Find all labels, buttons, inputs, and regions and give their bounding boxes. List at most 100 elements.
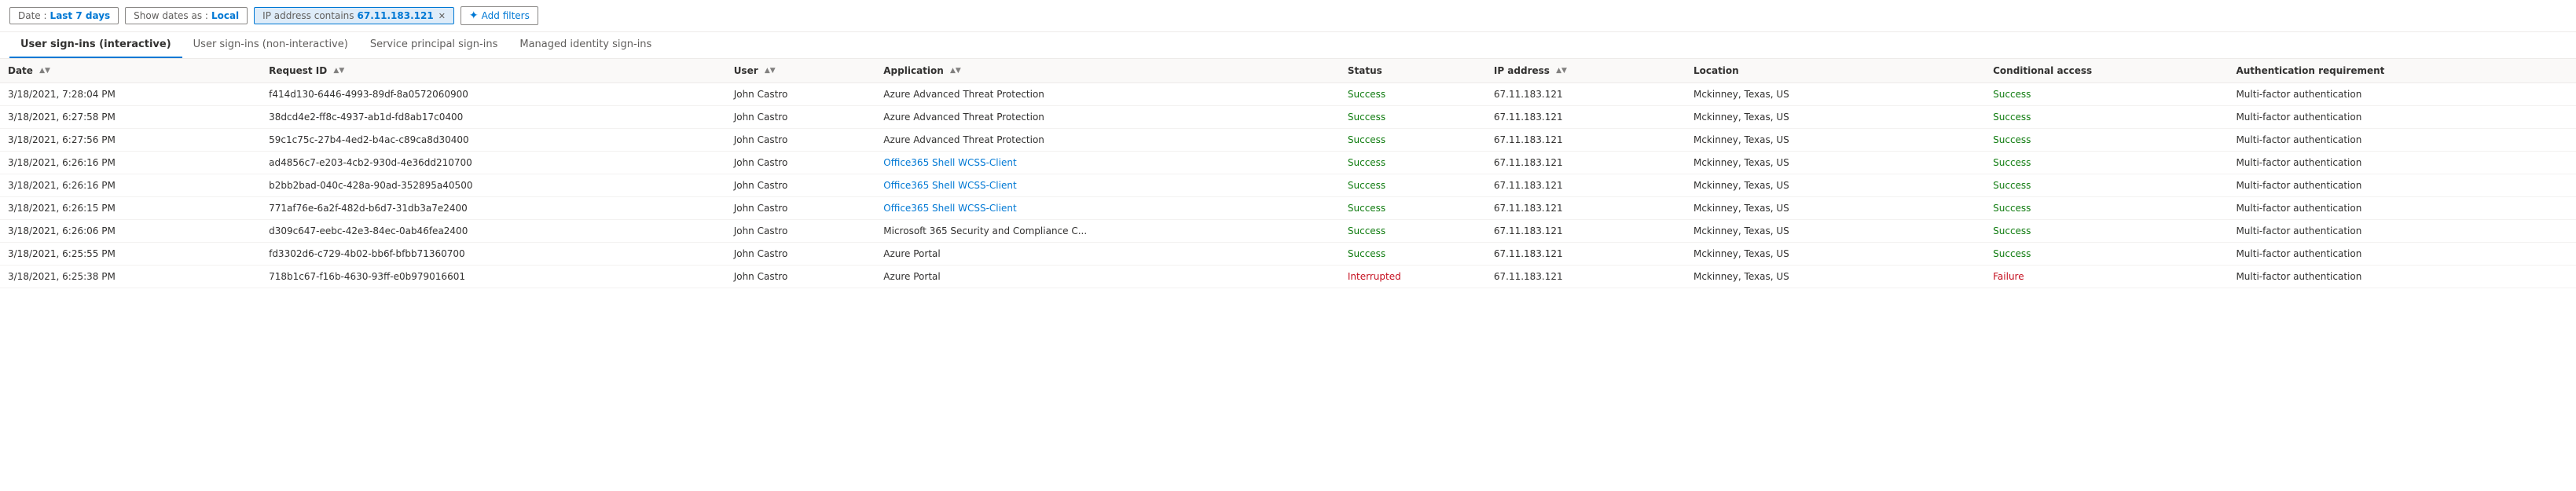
cell-ip: 67.11.183.121 [1486,129,1686,152]
cell-app: Office365 Shell WCSS-Client [875,174,1340,197]
plus-icon: ✦ [469,9,479,22]
cell-auth: Multi-factor authentication [2228,106,2576,129]
ip-filter-chip[interactable]: IP address contains 67.11.183.121 ✕ [254,7,454,24]
cell-date: 3/18/2021, 6:26:16 PM [0,152,261,174]
cell-auth: Multi-factor authentication [2228,83,2576,106]
show-dates-chip[interactable]: Show dates as : Local [125,7,248,24]
cell-location: Mckinney, Texas, US [1686,266,1985,288]
cell-user: John Castro [726,106,876,129]
cell-app: Azure Advanced Threat Protection [875,83,1340,106]
cell-status: Success [1340,83,1486,106]
cell-reqid: b2bb2bad-040c-428a-90ad-352895a40500 [261,174,726,197]
col-header-user[interactable]: User ▲▼ [726,59,876,83]
app-link[interactable]: Office365 Shell WCSS-Client [883,203,1016,214]
table-row[interactable]: 3/18/2021, 6:26:16 PM ad4856c7-e203-4cb2… [0,152,2576,174]
cell-status: Success [1340,243,1486,266]
cell-status: Success [1340,129,1486,152]
ip-filter-label: IP address contains [262,10,354,21]
show-dates-label: Show dates as : [134,10,208,21]
cell-date: 3/18/2021, 7:28:04 PM [0,83,261,106]
tab-managed[interactable]: Managed identity sign-ins [508,32,662,58]
col-header-reqid[interactable]: Request ID ▲▼ [261,59,726,83]
cell-status: Success [1340,106,1486,129]
app-link[interactable]: Office365 Shell WCSS-Client [883,157,1016,168]
app-link[interactable]: Office365 Shell WCSS-Client [883,180,1016,191]
cell-date: 3/18/2021, 6:26:15 PM [0,197,261,220]
sort-icon-app: ▲▼ [950,68,961,75]
cell-app: Office365 Shell WCSS-Client [875,152,1340,174]
cell-ip: 67.11.183.121 [1486,174,1686,197]
tab-interactive[interactable]: User sign-ins (interactive) [9,32,182,58]
cell-app: Microsoft 365 Security and Compliance C.… [875,220,1340,243]
cell-date: 3/18/2021, 6:26:06 PM [0,220,261,243]
app-name: Microsoft 365 Security and Compliance C.… [883,225,1087,236]
cell-reqid: 718b1c67-f16b-4630-93ff-e0b979016601 [261,266,726,288]
table-row[interactable]: 3/18/2021, 6:26:06 PM d309c647-eebc-42e3… [0,220,2576,243]
cell-auth: Multi-factor authentication [2228,129,2576,152]
date-filter-chip[interactable]: Date : Last 7 days [9,7,119,24]
col-header-date[interactable]: Date ▲▼ [0,59,261,83]
app-name: Azure Advanced Threat Protection [883,134,1044,145]
date-filter-value: Last 7 days [50,10,111,21]
cell-date: 3/18/2021, 6:27:56 PM [0,129,261,152]
table-row[interactable]: 3/18/2021, 6:27:56 PM 59c1c75c-27b4-4ed2… [0,129,2576,152]
cell-location: Mckinney, Texas, US [1686,243,1985,266]
table-row[interactable]: 3/18/2021, 6:25:38 PM 718b1c67-f16b-4630… [0,266,2576,288]
app-name: Azure Advanced Threat Protection [883,112,1044,123]
date-filter-label: Date : [18,10,47,21]
cell-location: Mckinney, Texas, US [1686,197,1985,220]
cell-ip: 67.11.183.121 [1486,106,1686,129]
table-row[interactable]: 3/18/2021, 6:26:16 PM b2bb2bad-040c-428a… [0,174,2576,197]
cell-location: Mckinney, Texas, US [1686,220,1985,243]
cell-location: Mckinney, Texas, US [1686,106,1985,129]
show-dates-value: Local [211,10,239,21]
cell-reqid: f414d130-6446-4993-89df-8a0572060900 [261,83,726,106]
cell-auth: Multi-factor authentication [2228,243,2576,266]
col-header-status: Status [1340,59,1486,83]
app-name: Azure Portal [883,248,940,259]
cell-auth: Multi-factor authentication [2228,197,2576,220]
sort-icon-date: ▲▼ [39,68,50,75]
cell-status: Interrupted [1340,266,1486,288]
cell-date: 3/18/2021, 6:25:38 PM [0,266,261,288]
ip-filter-close-icon[interactable]: ✕ [439,11,446,21]
cell-app: Azure Portal [875,266,1340,288]
cell-user: John Castro [726,129,876,152]
cell-user: John Castro [726,83,876,106]
col-header-app[interactable]: Application ▲▼ [875,59,1340,83]
cell-status: Success [1340,220,1486,243]
cell-user: John Castro [726,174,876,197]
cell-ip: 67.11.183.121 [1486,83,1686,106]
cell-date: 3/18/2021, 6:26:16 PM [0,174,261,197]
add-filters-button[interactable]: ✦ Add filters [461,6,538,25]
cell-auth: Multi-factor authentication [2228,152,2576,174]
ip-filter-value: 67.11.183.121 [358,10,434,21]
cell-status: Success [1340,197,1486,220]
cell-ca: Success [1985,152,2228,174]
cell-user: John Castro [726,266,876,288]
cell-ca: Success [1985,174,2228,197]
col-header-ip[interactable]: IP address ▲▼ [1486,59,1686,83]
cell-app: Azure Advanced Threat Protection [875,106,1340,129]
table-row[interactable]: 3/18/2021, 6:25:55 PM fd3302d6-c729-4b02… [0,243,2576,266]
sort-icon-user: ▲▼ [765,68,776,75]
cell-reqid: fd3302d6-c729-4b02-bb6f-bfbb71360700 [261,243,726,266]
tab-noninteractive[interactable]: User sign-ins (non-interactive) [182,32,359,58]
col-header-ca: Conditional access [1985,59,2228,83]
cell-auth: Multi-factor authentication [2228,220,2576,243]
cell-user: John Castro [726,152,876,174]
cell-ca: Success [1985,243,2228,266]
cell-reqid: ad4856c7-e203-4cb2-930d-4e36dd210700 [261,152,726,174]
cell-app: Azure Portal [875,243,1340,266]
tab-service[interactable]: Service principal sign-ins [359,32,509,58]
add-filters-label: Add filters [482,10,530,21]
cell-user: John Castro [726,197,876,220]
cell-reqid: d309c647-eebc-42e3-84ec-0ab46fea2400 [261,220,726,243]
cell-app: Office365 Shell WCSS-Client [875,197,1340,220]
table-row[interactable]: 3/18/2021, 6:27:58 PM 38dcd4e2-ff8c-4937… [0,106,2576,129]
cell-ca: Success [1985,220,2228,243]
table-row[interactable]: 3/18/2021, 6:26:15 PM 771af76e-6a2f-482d… [0,197,2576,220]
cell-ca: Failure [1985,266,2228,288]
table-row[interactable]: 3/18/2021, 7:28:04 PM f414d130-6446-4993… [0,83,2576,106]
cell-reqid: 771af76e-6a2f-482d-b6d7-31db3a7e2400 [261,197,726,220]
